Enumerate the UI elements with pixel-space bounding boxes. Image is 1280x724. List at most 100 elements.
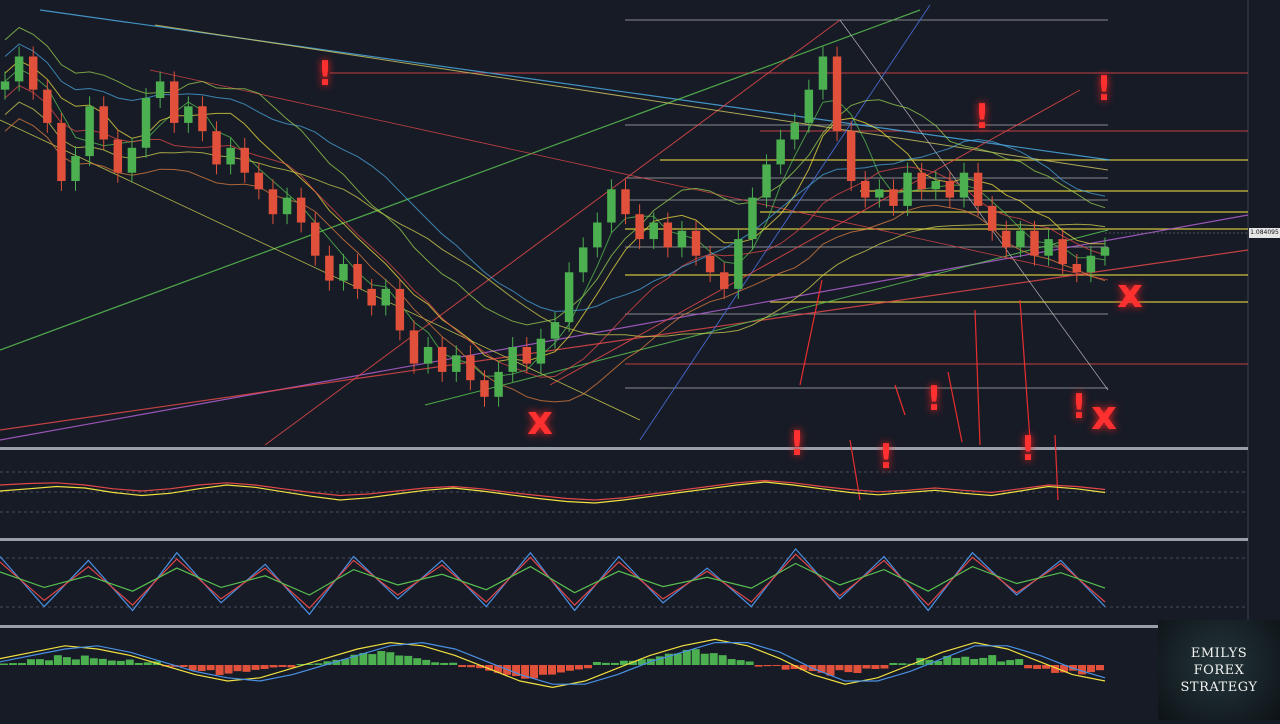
candle-body xyxy=(381,288,390,306)
candle-body xyxy=(1058,239,1067,264)
macd-histogram-bar xyxy=(691,649,700,665)
macd-histogram-bar xyxy=(997,661,1006,665)
macd-histogram-bar xyxy=(134,662,143,665)
macd-histogram-bar xyxy=(898,663,907,665)
candle-body xyxy=(564,272,574,323)
warning-marker: ! xyxy=(974,97,990,137)
macd-histogram-bar xyxy=(71,659,80,665)
candle-body xyxy=(917,172,926,190)
oscillator-1-bottom xyxy=(0,538,1248,541)
candle-body xyxy=(734,239,743,289)
macd-histogram-bar xyxy=(772,665,781,667)
macd-histogram-bar xyxy=(583,665,592,669)
candle-body xyxy=(240,147,249,173)
candle-body xyxy=(480,380,489,397)
candle-body xyxy=(452,355,461,372)
candle-body xyxy=(409,330,419,364)
warning-marker: ! xyxy=(1071,387,1087,427)
cross-marker: x xyxy=(527,398,553,444)
macd-histogram-bar xyxy=(125,659,134,665)
macd-histogram-bar xyxy=(610,662,619,665)
macd-histogram-bar xyxy=(35,659,44,665)
candle-body xyxy=(367,288,376,306)
macd-histogram-bar xyxy=(970,658,979,665)
macd-histogram-bar xyxy=(548,665,556,675)
candle-body xyxy=(325,255,334,281)
macd-histogram-bar xyxy=(215,665,224,675)
macd-histogram-bar xyxy=(844,665,853,673)
candle-body xyxy=(57,122,66,181)
brand-line-3: STRATEGY xyxy=(1180,679,1258,695)
macd-histogram-bar xyxy=(413,658,422,665)
macd-histogram-bar xyxy=(53,655,62,665)
warning-marker: ! xyxy=(926,379,942,419)
candle-body xyxy=(1072,264,1082,273)
macd-histogram-bar xyxy=(574,665,583,670)
macd-histogram-bar xyxy=(539,665,548,675)
candle-body xyxy=(607,189,616,223)
macd-histogram-bar xyxy=(269,665,278,668)
candle-body xyxy=(282,197,292,215)
macd-histogram-bar xyxy=(763,665,772,667)
candle-body xyxy=(621,189,630,215)
candle-body xyxy=(875,189,884,198)
candle-body xyxy=(296,197,306,223)
chart-canvas[interactable]: !!!!!! !!xxx xyxy=(0,0,1280,720)
price-panel-bottom xyxy=(0,447,1248,450)
candle-body xyxy=(494,371,503,397)
macd-histogram-bar xyxy=(98,658,107,665)
candle-body xyxy=(466,355,475,381)
warning-marker: ! xyxy=(317,54,333,94)
candle-body xyxy=(790,122,799,140)
candle-body xyxy=(85,106,94,157)
macd-histogram-bar xyxy=(1006,660,1015,665)
macd-histogram-bar xyxy=(880,665,889,669)
macd-histogram-bar xyxy=(431,662,440,665)
macd-histogram-bar xyxy=(1024,665,1033,669)
candle-body xyxy=(536,338,546,364)
macd-histogram-bar xyxy=(467,665,476,668)
candle-body xyxy=(141,98,151,148)
macd-histogram-bar xyxy=(736,660,745,665)
macd-histogram-bar xyxy=(440,662,449,665)
candle-body xyxy=(762,164,771,198)
macd-histogram-bar xyxy=(26,659,35,665)
macd-histogram-bar xyxy=(871,665,880,669)
candle-body xyxy=(691,230,701,256)
candle-body xyxy=(71,156,80,181)
macd-histogram-bar xyxy=(143,662,152,665)
macd-histogram-bar xyxy=(386,652,395,665)
trading-chart[interactable]: !!!!!!!! x x x 1.084095 EMILYS FOREX STRATE… xyxy=(0,0,1280,720)
macd-histogram-bar xyxy=(1087,665,1096,673)
macd-histogram-bar xyxy=(781,665,790,670)
candle-body xyxy=(861,181,870,198)
candle-body xyxy=(170,81,179,123)
candle-body xyxy=(578,247,588,273)
macd-histogram-bar xyxy=(458,665,467,668)
candle-body xyxy=(254,172,264,190)
macd-histogram-bar xyxy=(8,663,17,665)
brand-watermark: EMILYS FOREX STRATEGY xyxy=(1158,620,1280,720)
candle-body xyxy=(1016,230,1025,248)
macd-histogram-bar xyxy=(952,657,961,665)
macd-histogram-bar xyxy=(988,655,997,665)
macd-histogram-bar xyxy=(835,665,844,671)
macd-histogram-bar xyxy=(368,654,377,665)
candle-body xyxy=(903,172,912,206)
macd-histogram-bar xyxy=(251,665,260,670)
macd-histogram-bar xyxy=(709,653,718,665)
candle-body xyxy=(155,81,165,98)
warning-marker: ! xyxy=(878,437,894,477)
candle-body xyxy=(818,56,828,90)
candle-body xyxy=(889,189,898,206)
macd-histogram-bar xyxy=(44,660,53,665)
candle-body xyxy=(0,81,10,90)
macd-histogram-bar xyxy=(853,665,862,673)
candle-body xyxy=(1002,230,1011,248)
warning-marker: ! xyxy=(789,424,805,464)
macd-histogram-bar xyxy=(404,655,413,665)
candle-body xyxy=(395,288,405,331)
macd-histogram-bar xyxy=(260,665,269,669)
macd-histogram-bar xyxy=(107,660,116,665)
candle-body xyxy=(423,347,433,364)
